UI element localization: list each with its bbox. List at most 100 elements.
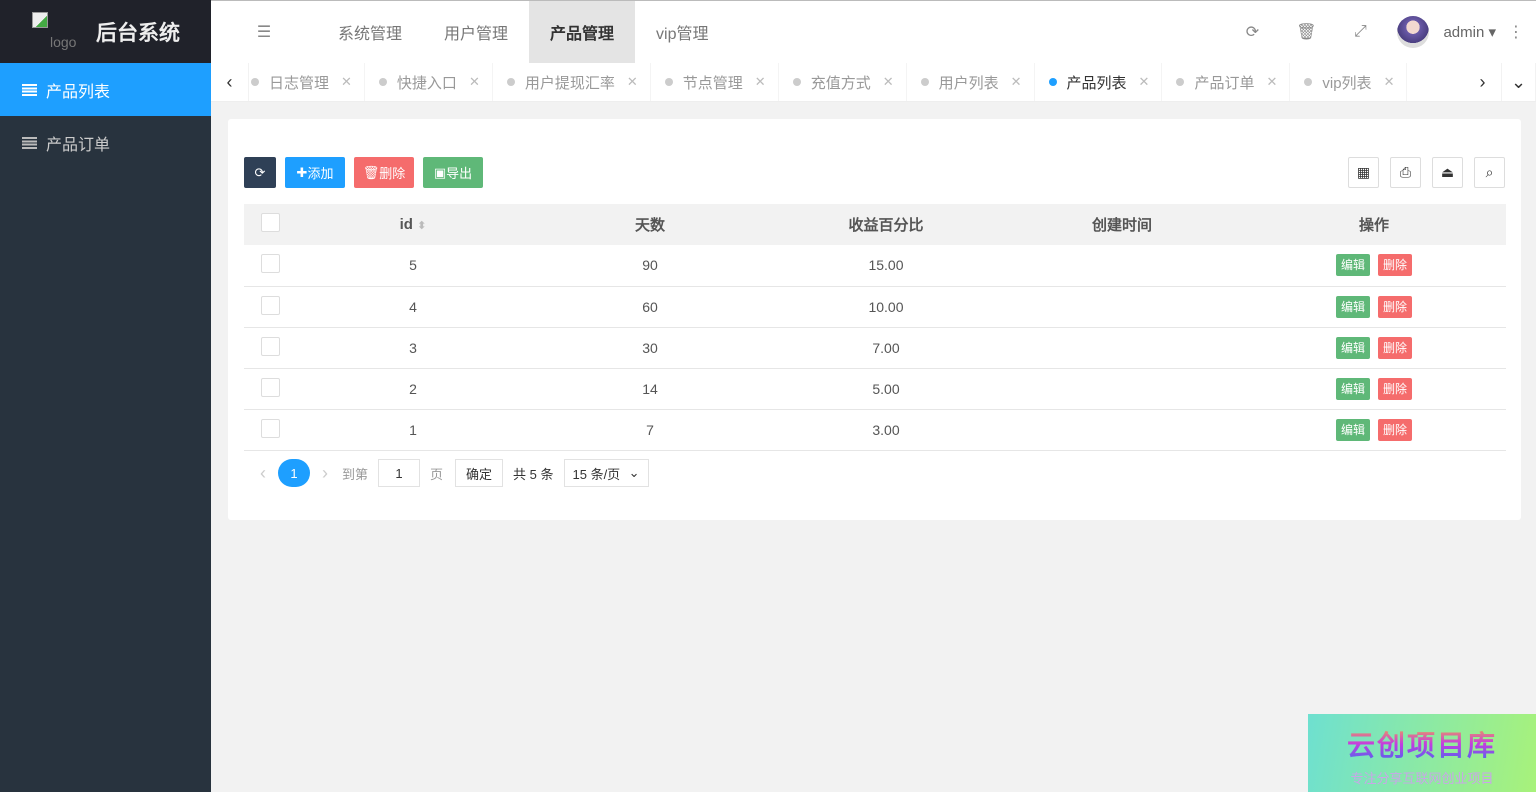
export-icon[interactable]: ⏏: [1432, 157, 1463, 188]
cell-days: 30: [530, 327, 770, 368]
trash-icon[interactable]: 🗑: [1279, 22, 1333, 42]
cell-created: [1002, 245, 1242, 286]
export-button[interactable]: ▣导出: [423, 157, 483, 188]
row-checkbox[interactable]: [261, 296, 280, 315]
refresh-button[interactable]: ⟳: [244, 157, 276, 188]
cell-created: [1002, 286, 1242, 327]
logo-image: logo: [32, 12, 92, 52]
tab-nodes[interactable]: 节点管理✕: [651, 63, 779, 101]
tab-scroll-right-icon[interactable]: ›: [1464, 63, 1502, 101]
columns-icon[interactable]: ▦: [1348, 157, 1379, 188]
nav-system[interactable]: 系统管理: [317, 1, 423, 63]
close-icon[interactable]: ✕: [1139, 74, 1150, 90]
next-page-icon[interactable]: ›: [322, 463, 328, 484]
close-icon[interactable]: ✕: [755, 74, 766, 90]
close-icon[interactable]: ✕: [883, 74, 894, 90]
per-page-select[interactable]: 15 条/页⌄: [564, 459, 649, 487]
more-icon[interactable]: ⋮: [1496, 22, 1536, 42]
refresh-icon[interactable]: ⟳: [1225, 22, 1279, 42]
sidebar: logo 后台系统 产品列表 产品订单: [0, 0, 211, 792]
cell-created: [1002, 409, 1242, 450]
delete-button[interactable]: 🗑删除: [354, 157, 414, 188]
total-count: 共 5 条: [513, 464, 553, 483]
user-menu[interactable]: admin ▾: [1443, 23, 1496, 41]
close-icon[interactable]: ✕: [627, 74, 638, 90]
delete-row-button[interactable]: 删除: [1378, 254, 1412, 276]
table-row: 5 90 15.00 编辑删除: [244, 245, 1506, 286]
cell-pct: 15.00: [770, 245, 1002, 286]
cell-id: 4: [296, 286, 530, 327]
cell-days: 7: [530, 409, 770, 450]
tab-vip-list[interactable]: vip列表✕: [1290, 63, 1407, 101]
nav-products[interactable]: 产品管理: [529, 1, 635, 63]
cell-id: 5: [296, 245, 530, 286]
cell-days: 60: [530, 286, 770, 327]
tab-product-orders[interactable]: 产品订单✕: [1162, 63, 1290, 101]
pagination: ‹ 1 › 到第 页 确定 共 5 条 15 条/页⌄: [244, 459, 649, 487]
edit-button[interactable]: 编辑: [1336, 419, 1370, 441]
tab-bar: ‹ 日志管理✕ 快捷入口✕ 用户提现汇率✕ 节点管理✕ 充值方式✕ 用户列表✕ …: [211, 63, 1536, 102]
cell-pct: 7.00: [770, 327, 1002, 368]
table-row: 4 60 10.00 编辑删除: [244, 286, 1506, 327]
goto-page-input[interactable]: [378, 459, 420, 487]
edit-button[interactable]: 编辑: [1336, 296, 1370, 318]
tab-user-list[interactable]: 用户列表✕: [907, 63, 1035, 101]
edit-button[interactable]: 编辑: [1336, 254, 1370, 276]
tab-log[interactable]: 日志管理✕: [249, 63, 365, 101]
edit-button[interactable]: 编辑: [1336, 337, 1370, 359]
close-icon[interactable]: ✕: [469, 74, 480, 90]
add-button[interactable]: ✚添加: [285, 157, 345, 188]
row-checkbox[interactable]: [261, 337, 280, 356]
col-id[interactable]: id ⬍: [296, 204, 530, 245]
tab-product-list[interactable]: 产品列表✕: [1035, 63, 1163, 101]
select-all-checkbox[interactable]: [261, 213, 280, 232]
delete-row-button[interactable]: 删除: [1378, 419, 1412, 441]
tab-scroll-left-icon[interactable]: ‹: [211, 63, 249, 101]
sort-icon[interactable]: ⬍: [417, 220, 426, 232]
table-row: 3 30 7.00 编辑删除: [244, 327, 1506, 368]
cell-days: 90: [530, 245, 770, 286]
edit-button[interactable]: 编辑: [1336, 378, 1370, 400]
sidebar-item-label: 产品订单: [46, 131, 110, 155]
page-1[interactable]: 1: [278, 459, 310, 487]
cell-id: 2: [296, 368, 530, 409]
sidebar-item-product-list[interactable]: 产品列表: [0, 63, 211, 116]
close-icon[interactable]: ✕: [1011, 74, 1022, 90]
cell-actions: 编辑删除: [1242, 286, 1506, 327]
row-checkbox[interactable]: [261, 254, 280, 273]
tab-recharge[interactable]: 充值方式✕: [779, 63, 907, 101]
nav-vip[interactable]: vip管理: [635, 1, 729, 63]
watermark: 云创项目库 专注分享互联网创业项目: [1308, 714, 1536, 792]
delete-row-button[interactable]: 删除: [1378, 337, 1412, 359]
sidebar-item-product-orders[interactable]: 产品订单: [0, 116, 211, 169]
prev-page-icon[interactable]: ‹: [260, 463, 266, 484]
close-icon[interactable]: ✕: [1384, 74, 1395, 90]
print-icon[interactable]: ⎙: [1390, 157, 1421, 188]
tab-withdraw-rate[interactable]: 用户提现汇率✕: [493, 63, 651, 101]
col-days: 天数: [530, 204, 770, 245]
fullscreen-icon[interactable]: ⤢: [1333, 23, 1387, 41]
cell-pct: 3.00: [770, 409, 1002, 450]
row-checkbox[interactable]: [261, 378, 280, 397]
delete-row-button[interactable]: 删除: [1378, 378, 1412, 400]
table-row: 1 7 3.00 编辑删除: [244, 409, 1506, 450]
watermark-title: 云创项目库: [1308, 724, 1536, 764]
tab-menu-chevron-down-icon[interactable]: ⌄: [1502, 63, 1536, 101]
close-icon[interactable]: ✕: [1266, 74, 1277, 90]
tab-shortcut[interactable]: 快捷入口✕: [365, 63, 493, 101]
list-icon: [22, 137, 37, 149]
nav-users[interactable]: 用户管理: [423, 1, 529, 63]
collapse-menu-icon[interactable]: ☰: [211, 22, 317, 42]
confirm-button[interactable]: 确定: [455, 459, 503, 487]
search-icon[interactable]: ⌕: [1474, 157, 1505, 188]
avatar[interactable]: [1397, 16, 1429, 48]
username: admin: [1443, 24, 1484, 41]
cell-actions: 编辑删除: [1242, 368, 1506, 409]
watermark-subtitle: 专注分享互联网创业项目: [1308, 768, 1536, 787]
close-icon[interactable]: ✕: [341, 74, 352, 90]
logo-alt: logo: [50, 34, 76, 50]
delete-row-button[interactable]: 删除: [1378, 296, 1412, 318]
row-checkbox[interactable]: [261, 419, 280, 438]
app-title: 后台系统: [96, 17, 180, 47]
cell-id: 1: [296, 409, 530, 450]
